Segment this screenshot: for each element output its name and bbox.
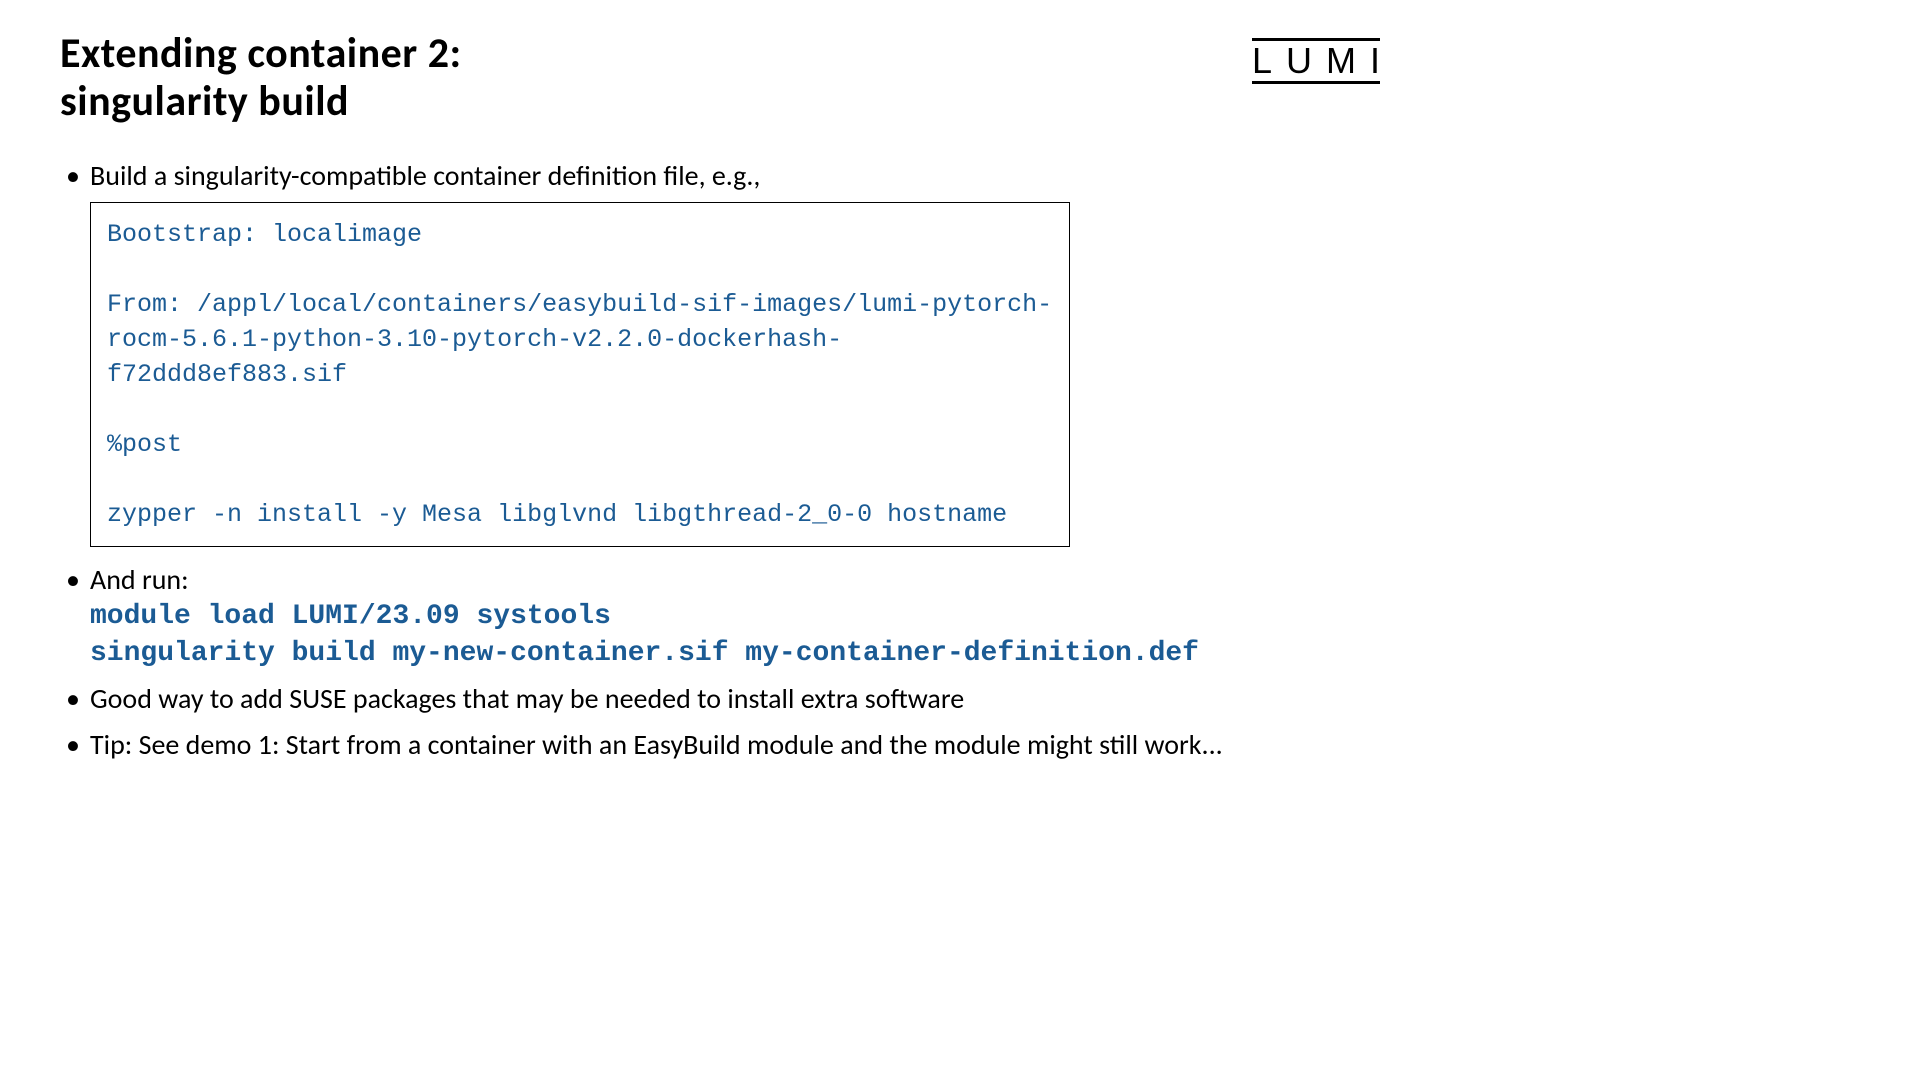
definition-file-codebox: Bootstrap: localimage From: /appl/local/… (90, 202, 1070, 547)
title-line-1: Extending container 2: (60, 28, 462, 79)
bullet-2: And run: module load LUMI/23.09 systools… (60, 561, 1380, 672)
bullet-3: Good way to add SUSE packages that may b… (60, 680, 1380, 718)
bullet-3-text: Good way to add SUSE packages that may b… (90, 681, 964, 716)
slide-title: Extending container 2: singularity build (60, 30, 462, 127)
bullet-4: Tip: See demo 1: Start from a container … (60, 726, 1380, 764)
bullet-list: Build a singularity-compatible container… (60, 157, 1380, 195)
bullet-4-text: Tip: See demo 1: Start from a container … (90, 727, 1223, 762)
command-line-1: module load LUMI/23.09 systools (90, 599, 1380, 635)
lumi-logo: LUMI (1252, 38, 1380, 84)
command-line-2: singularity build my-new-container.sif m… (90, 636, 1380, 672)
slide-header: Extending container 2: singularity build… (60, 30, 1380, 127)
lumi-logo-text: LUMI (1252, 43, 1394, 79)
title-line-2: singularity build (60, 76, 349, 127)
bullet-1-text: Build a singularity-compatible container… (90, 158, 760, 193)
bullet-1: Build a singularity-compatible container… (60, 157, 1380, 195)
bullet-list-2: And run: module load LUMI/23.09 systools… (60, 561, 1380, 763)
bullet-2-text: And run: (90, 562, 189, 597)
